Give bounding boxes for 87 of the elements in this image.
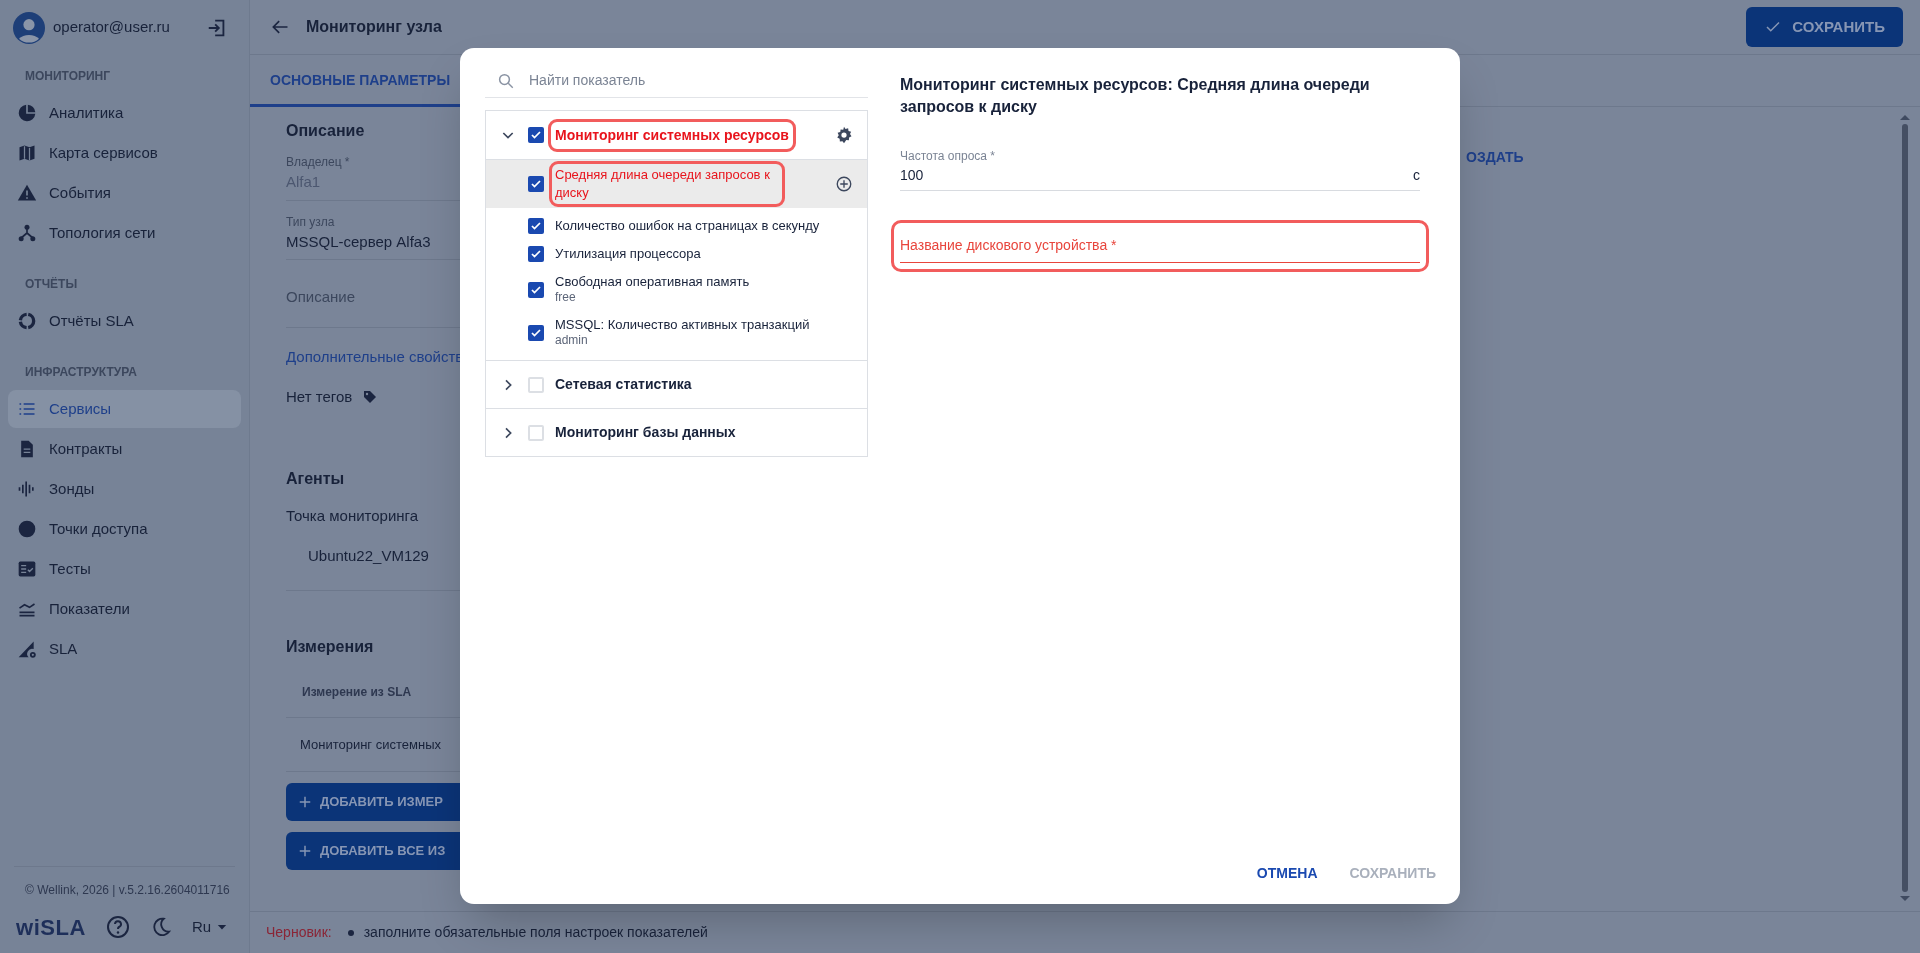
checkbox[interactable] [528, 324, 544, 341]
language-select[interactable]: Ru [192, 915, 228, 939]
sidebar-item[interactable]: Топология сети [8, 214, 241, 252]
topology-icon [17, 223, 37, 243]
moon-icon[interactable] [150, 916, 172, 938]
help-icon[interactable] [106, 915, 130, 939]
sidebar-item[interactable]: Зонды [8, 470, 241, 508]
check-icon [530, 220, 542, 232]
triangle-gear-icon [17, 639, 37, 659]
plus-icon [298, 795, 312, 809]
section-heading: Описание [286, 121, 366, 141]
dialog-button[interactable]: ОТМЕНА [1252, 859, 1322, 888]
plus-icon [298, 844, 312, 858]
warning-icon [17, 183, 37, 203]
sidebar-item[interactable]: Тесты [8, 550, 241, 588]
logo: wiSLA [16, 913, 86, 942]
sidebar-item[interactable]: Аналитика [8, 94, 241, 132]
item-label: Свободная оперативная память [554, 273, 751, 291]
sidebar-item[interactable]: Сервисы [8, 390, 241, 428]
bullet-icon [347, 929, 354, 936]
page-title: Мониторинг узла [306, 17, 443, 37]
item-label: Количество ошибок на страницах в секунду [554, 217, 821, 235]
input-field[interactable]: Название дискового устройства * [900, 229, 1420, 263]
item-label: Средняя длина очереди запросов к диску [549, 161, 785, 207]
list-item[interactable]: Утилизация процессора [486, 240, 867, 268]
draft-label: Черновик: [266, 923, 332, 942]
item-label: Утилизация процессора [554, 245, 702, 263]
section-heading: Агенты [286, 468, 346, 489]
sidebar-item[interactable]: События [8, 174, 241, 212]
list-item[interactable]: Свободная оперативная память free [486, 268, 867, 311]
version-text: © Wellink, 2026 | v.5.2.16.2604011716 [24, 882, 231, 899]
list-item[interactable]: Количество ошибок на страницах в секунду [486, 212, 867, 240]
check-icon [530, 129, 542, 141]
ring-chart-icon [17, 311, 37, 331]
add-button[interactable]: ДОБАВИТЬ ВСЕ ИЗ [286, 832, 460, 870]
checkbox[interactable] [528, 176, 544, 192]
list-item[interactable]: MSSQL: Количество активных транзакций admin [486, 311, 867, 354]
scrollbar-drawing[interactable] [1900, 115, 1910, 901]
list-item[interactable]: Средняя длина очереди запросов к диску [486, 160, 867, 208]
panel-title: Мониторинг системных ресурсов: Средняя длина очереди запросов к диску [900, 75, 1371, 117]
sidebar-item[interactable]: SLA [8, 630, 241, 668]
checkbox[interactable] [528, 246, 544, 262]
add-circle-icon [835, 175, 853, 193]
save-button[interactable]: СОХРАНИТЬ [1746, 7, 1903, 47]
sidebar-item[interactable]: Контракты [8, 430, 241, 468]
item-label: MSSQL: Количество активных транзакций [554, 316, 811, 334]
signal-bars-icon [17, 479, 37, 499]
checkbox[interactable] [528, 281, 544, 298]
checkbox[interactable] [528, 127, 544, 143]
check-icon [530, 326, 542, 339]
field-label: Точка мониторинга [286, 505, 420, 526]
user-email: operator@user.ru [53, 17, 171, 38]
add-button[interactable]: ДОБАВИТЬ ИЗМЕР [286, 783, 460, 821]
create-link[interactable]: ОЗДАТЬ [1466, 149, 1524, 165]
checkbox[interactable] [528, 424, 544, 441]
tags-text: Нет тегов [286, 387, 353, 407]
caret-icon [217, 922, 228, 932]
section-heading: ИНФРАСТРУКТУРА [24, 364, 138, 381]
checklist-icon [17, 559, 37, 579]
sidebar-item[interactable]: Показатели [8, 590, 241, 628]
avatar-icon [13, 11, 45, 44]
group-title[interactable]: Мониторинг системных ресурсов [548, 118, 796, 152]
group-title[interactable]: Сетевая статистика [548, 368, 699, 401]
tag-icon [362, 389, 379, 406]
item-sublabel: admin [554, 332, 589, 349]
settings-icon[interactable] [835, 126, 853, 144]
search-icon [497, 71, 515, 90]
sidebar-item[interactable]: Отчёты SLA [8, 302, 241, 340]
sidebar-item[interactable]: Карта сервисов [8, 134, 241, 172]
input-field[interactable]: Частота опроса * 100 с [900, 147, 1420, 191]
checkbox[interactable] [528, 218, 544, 234]
map-icon [17, 143, 37, 163]
section-heading: Измерения [286, 636, 375, 657]
pie-chart-icon [17, 103, 37, 123]
item-sublabel: free [554, 289, 577, 306]
check-icon [530, 248, 542, 260]
section-heading: МОНИТОРИНГ [24, 68, 112, 85]
field-value: MSSQL-сервер Alfa3 [286, 231, 432, 252]
sidebar-item[interactable]: Точки доступа [8, 510, 241, 548]
status-message: заполните обязательные поля настроек показателей [363, 923, 708, 942]
check-icon [530, 283, 542, 296]
group-title[interactable]: Мониторинг базы данных [548, 416, 743, 449]
circle-icon [17, 519, 37, 539]
checkbox[interactable] [528, 376, 544, 393]
section-heading: ОТЧЁТЫ [24, 276, 79, 293]
check-icon [530, 178, 542, 190]
search-field[interactable]: Найти показатель [529, 70, 868, 91]
